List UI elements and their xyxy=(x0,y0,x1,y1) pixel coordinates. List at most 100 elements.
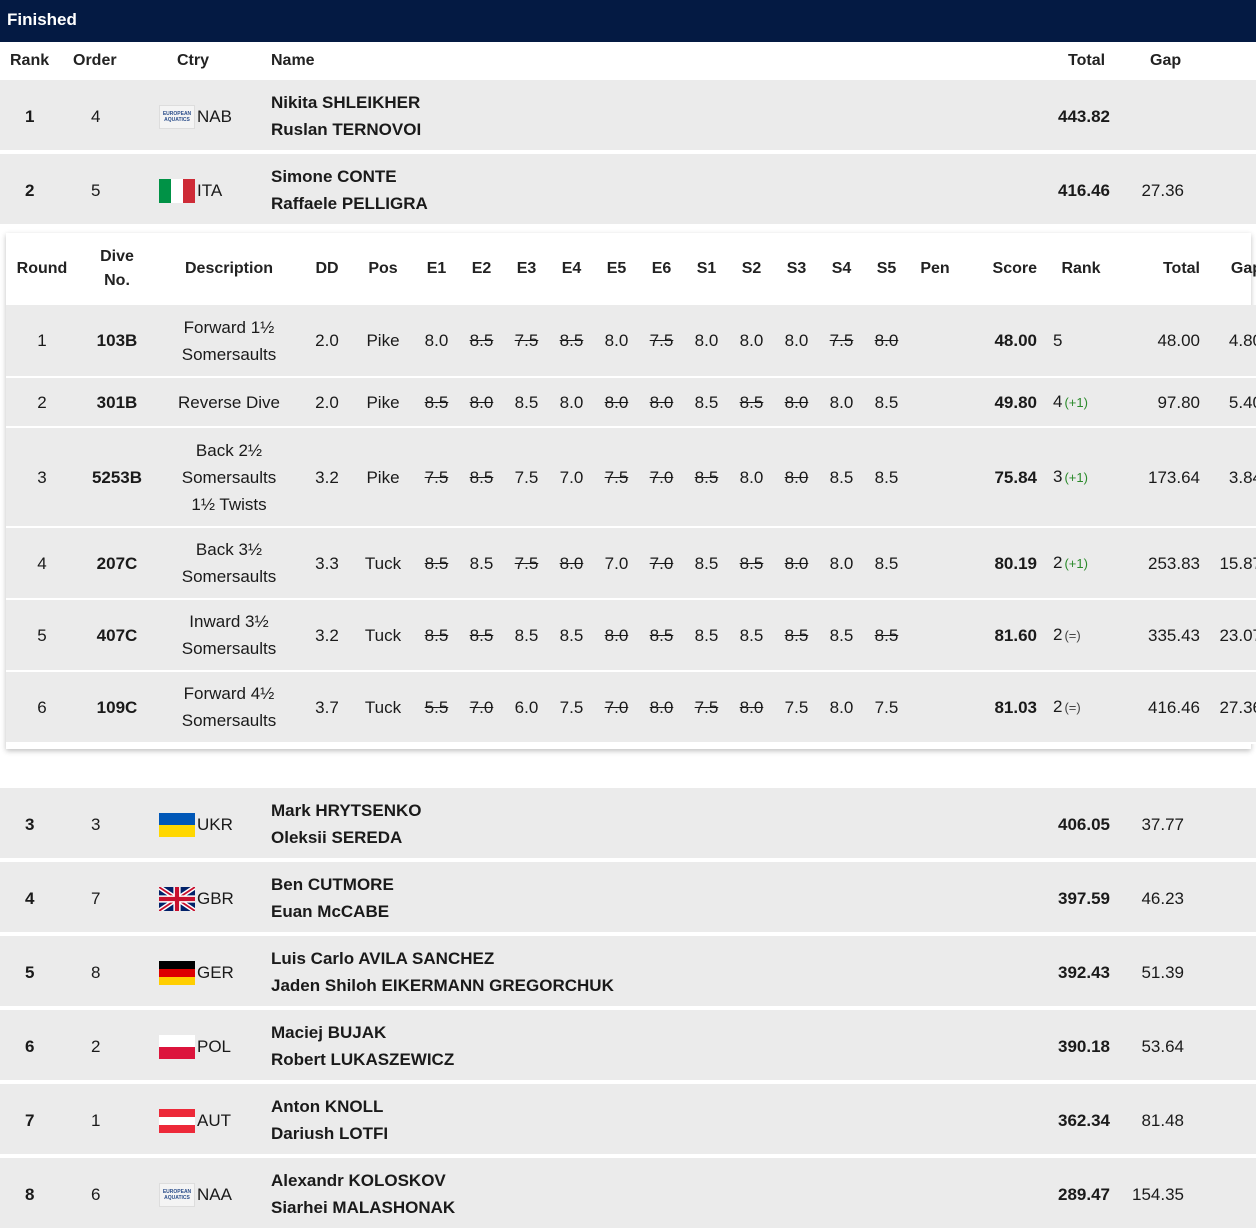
athlete-name-1[interactable]: Luis Carlo AVILA SANCHEZ xyxy=(271,949,494,969)
dive-row: 3 5253B Back 2½ Somersaults 1½ Twists 3.2 Pike… xyxy=(6,427,1256,528)
discarded-mark: 8.0 xyxy=(784,392,809,412)
judge-mark: 7.5 xyxy=(504,427,549,528)
athlete-name-1[interactable]: Mark HRYTSENKO xyxy=(271,801,422,821)
athlete-name-2[interactable]: Siarhei MALASHONAK xyxy=(271,1198,455,1218)
dive-rank: 2 (+1) xyxy=(1043,527,1119,600)
dcol-dive: Dive No. xyxy=(100,248,134,289)
dcol-round: Round xyxy=(16,260,68,277)
judge-mark: 7.5 xyxy=(819,305,864,378)
dive-gap: 15.87 xyxy=(1208,527,1256,600)
athlete-name-1[interactable]: Simone CONTE xyxy=(271,167,397,187)
col-order: Order xyxy=(73,52,117,69)
athlete-name-2[interactable]: Dariush LOTFI xyxy=(271,1124,388,1144)
judge-mark: 7.5 xyxy=(549,671,594,744)
rank-change: (+1) xyxy=(1064,395,1088,410)
dive-row: 2 301B Reverse Dive 2.0 Pike 8.5 8.0 8.5 8.0 8.0 8… xyxy=(6,377,1256,428)
judge-mark: 5.5 xyxy=(414,671,459,744)
judge-mark: 7.5 xyxy=(774,671,819,744)
total-value: 443.82 xyxy=(1058,107,1110,126)
athlete-name-2[interactable]: Euan McCABE xyxy=(271,902,389,922)
discarded-mark: 8.0 xyxy=(739,697,764,717)
counted-mark: 8.5 xyxy=(829,467,854,487)
results-column-header: Rank Order Ctry Name Total Gap xyxy=(0,42,1256,80)
judge-mark: 7.5 xyxy=(414,427,459,528)
result-row[interactable]: 1 4 EUROPEAN AQUATICS NAB Nikita SHLEIKHER Rus… xyxy=(0,80,1256,152)
dive-description-line: Somersaults xyxy=(181,567,277,586)
judge-mark: 8.0 xyxy=(729,305,774,378)
judge-mark: 8.5 xyxy=(684,427,729,528)
counted-mark: 8.5 xyxy=(514,625,539,645)
judge-mark: 7.5 xyxy=(639,305,684,378)
gap-value: 46.23 xyxy=(1141,889,1184,908)
discarded-mark: 8.0 xyxy=(874,331,899,350)
dive-score: 49.80 xyxy=(961,377,1043,428)
dive-number: 301B xyxy=(78,377,156,428)
result-row[interactable]: 2 5 ITA Simone CONTE Raffaele PELLIGRA 416.46… xyxy=(0,154,1256,226)
result-row[interactable]: 4 7 GBR Ben CUTMORE Euan McCABE 397.59 46.23 xyxy=(0,862,1256,934)
gap-value: 154.35 xyxy=(1132,1185,1184,1204)
judge-mark: 8.5 xyxy=(459,427,504,528)
result-row[interactable]: 6 2 POL Maciej BUJAK Robert LUKASZEWICZ 390.1… xyxy=(0,1010,1256,1082)
athlete-name-2[interactable]: Jaden Shiloh EIKERMANN GREGORCHUK xyxy=(271,976,614,996)
result-row[interactable]: 5 8 GER Luis Carlo AVILA SANCHEZ Jaden Shilo… xyxy=(0,936,1256,1008)
order-value: 1 xyxy=(91,1111,101,1130)
dive-position: Tuck xyxy=(352,671,414,744)
counted-mark: 8.5 xyxy=(694,553,719,573)
judge-mark: 7.5 xyxy=(504,305,549,378)
dcol-s3: S3 xyxy=(786,260,807,277)
athlete-name-1[interactable]: Anton KNOLL xyxy=(271,1097,383,1117)
dive-detail-table: Round Dive No. Description DD Pos E1 E2 … xyxy=(6,233,1256,744)
total-value: 397.59 xyxy=(1058,889,1110,908)
dive-row: 4 207C Back 3½ Somersaults 3.3 Tuck 8.5 8.5 7.5 8… xyxy=(6,527,1256,600)
dive-total: 97.80 xyxy=(1119,377,1208,428)
discarded-mark: 8.0 xyxy=(649,392,674,412)
order-value: 8 xyxy=(91,963,101,982)
dive-rank-value: 5 xyxy=(1053,331,1063,350)
dive-row: 1 103B Forward 1½ Somersaults 2.0 Pike 8.0 8.5 7… xyxy=(6,305,1256,378)
result-row[interactable]: 3 3 UKR Mark HRYTSENKO Oleksii SEREDA 406.05 3… xyxy=(0,788,1256,860)
counted-mark: 8.5 xyxy=(739,625,764,645)
dive-rank: 3 (+1) xyxy=(1043,427,1119,528)
athlete-name-2[interactable]: Robert LUKASZEWICZ xyxy=(271,1050,454,1070)
total-value: 406.05 xyxy=(1058,815,1110,834)
discarded-mark: 7.5 xyxy=(514,331,539,350)
judge-mark: 8.0 xyxy=(774,377,819,428)
dive-total: 416.46 xyxy=(1119,671,1208,744)
athlete-name-1[interactable]: Maciej BUJAK xyxy=(271,1023,386,1043)
dcol-dd: DD xyxy=(315,260,339,277)
discarded-mark: 8.5 xyxy=(469,625,494,645)
rank-value: 4 xyxy=(25,889,35,908)
discarded-mark: 8.5 xyxy=(739,553,764,573)
athlete-name-1[interactable]: Alexandr KOLOSKOV xyxy=(271,1171,446,1191)
dive-total: 253.83 xyxy=(1119,527,1208,600)
judge-mark: 8.0 xyxy=(549,527,594,600)
country-code: UKR xyxy=(197,815,233,834)
result-row[interactable]: 7 1 AUT Anton KNOLL Dariush LOTFI 362.34 81.48 xyxy=(0,1084,1256,1156)
judge-mark: 8.5 xyxy=(684,599,729,672)
discarded-mark: 8.5 xyxy=(694,467,719,487)
judge-mark: 8.0 xyxy=(774,527,819,600)
dcol-total: Total xyxy=(1162,260,1200,277)
judge-mark: 8.5 xyxy=(774,599,819,672)
athlete-name-2[interactable]: Ruslan TERNOVOI xyxy=(271,120,421,140)
judge-mark: 7.0 xyxy=(639,427,684,528)
dcol-rank: Rank xyxy=(1061,260,1101,277)
dive-round: 5 xyxy=(6,599,78,672)
counted-mark: 8.5 xyxy=(874,553,899,573)
athlete-name-2[interactable]: Raffaele PELLIGRA xyxy=(271,194,428,214)
dive-dd: 3.7 xyxy=(302,671,352,744)
country-code: ITA xyxy=(197,181,223,200)
athlete-name-1[interactable]: Nikita SHLEIKHER xyxy=(271,93,420,113)
counted-mark: 8.0 xyxy=(829,392,854,412)
dive-dd: 3.2 xyxy=(302,599,352,672)
dive-position: Tuck xyxy=(352,527,414,600)
discarded-mark: 7.0 xyxy=(649,467,674,487)
result-row[interactable]: 8 6 EUROPEAN AQUATICS NAA Alexandr KOLOSKOV Si… xyxy=(0,1158,1256,1230)
rank-value: 6 xyxy=(25,1037,35,1056)
athlete-name-2[interactable]: Oleksii SEREDA xyxy=(271,828,402,848)
counted-mark: 8.0 xyxy=(829,697,854,717)
judge-mark: 7.5 xyxy=(864,671,909,744)
athlete-name-1[interactable]: Ben CUTMORE xyxy=(271,875,394,895)
judge-mark: 8.0 xyxy=(459,377,504,428)
rank-change: (+1) xyxy=(1064,470,1088,485)
